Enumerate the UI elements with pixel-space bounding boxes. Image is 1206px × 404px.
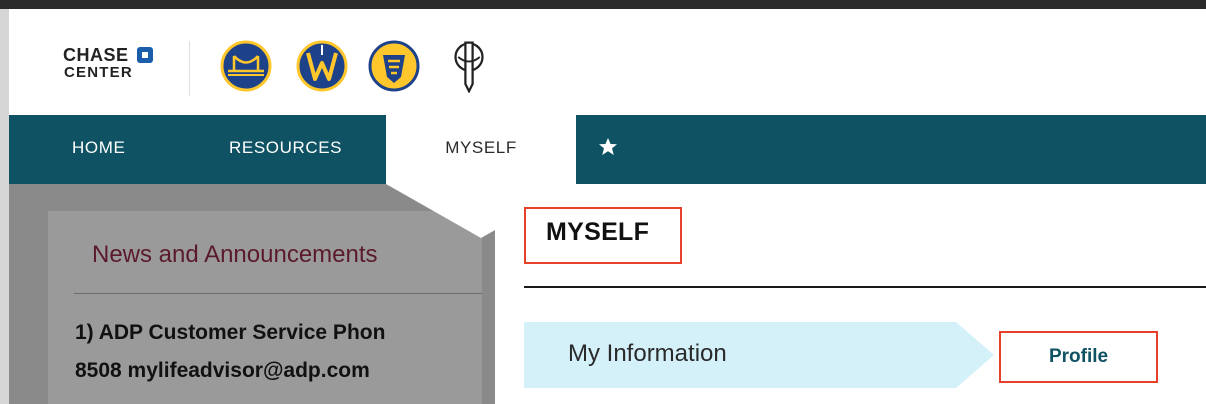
myself-title: MYSELF [546, 218, 650, 246]
profile-highlight: Profile [999, 331, 1158, 383]
profile-link[interactable]: Profile [1001, 333, 1156, 381]
myself-divider [524, 286, 1206, 288]
my-information-label: My Information [568, 340, 727, 367]
